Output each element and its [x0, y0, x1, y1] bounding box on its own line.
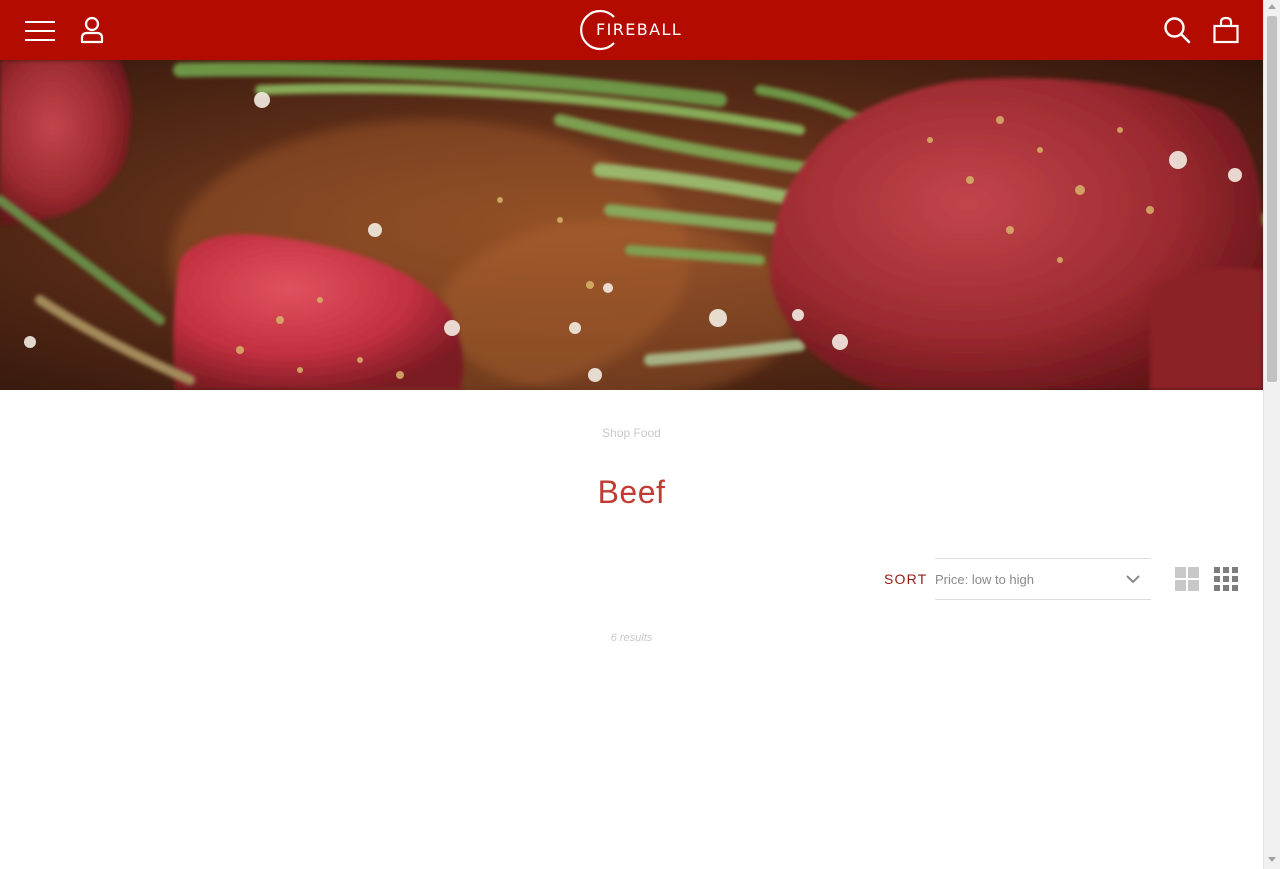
results-count: 6 results	[610, 632, 653, 644]
scroll-up-arrow-icon[interactable]	[1268, 4, 1276, 9]
hero-image	[0, 60, 1263, 390]
site-header: FIREBALL	[0, 0, 1263, 60]
breadcrumb: Shop Food	[0, 426, 1263, 440]
grid-small-icon[interactable]	[1214, 567, 1238, 591]
page-title: Beef	[0, 474, 1263, 511]
logo-text: FIREBALL	[596, 20, 683, 39]
sort-label: SORT	[884, 571, 928, 587]
sort-dropdown[interactable]: Price: low to high	[935, 558, 1151, 600]
shopping-bag-icon[interactable]	[1212, 15, 1240, 45]
breadcrumb-link-shop-food[interactable]: Shop Food	[602, 426, 661, 440]
grid-large-icon[interactable]	[1175, 567, 1199, 591]
search-icon[interactable]	[1163, 16, 1191, 44]
scrollbar-thumb[interactable]	[1267, 16, 1277, 382]
account-icon[interactable]	[78, 15, 106, 45]
chevron-down-icon	[1125, 572, 1141, 586]
scroll-down-arrow-icon[interactable]	[1268, 857, 1276, 862]
hamburger-menu-icon[interactable]	[24, 18, 56, 44]
sort-selected-value: Price: low to high	[935, 572, 1034, 587]
page-scrollbar[interactable]	[1263, 0, 1280, 869]
fireball-logo[interactable]: FIREBALL	[580, 9, 684, 51]
page: FIREBALL Shop Food Beef SORT Price: low …	[0, 0, 1263, 869]
page-title-text: Beef	[597, 474, 666, 510]
